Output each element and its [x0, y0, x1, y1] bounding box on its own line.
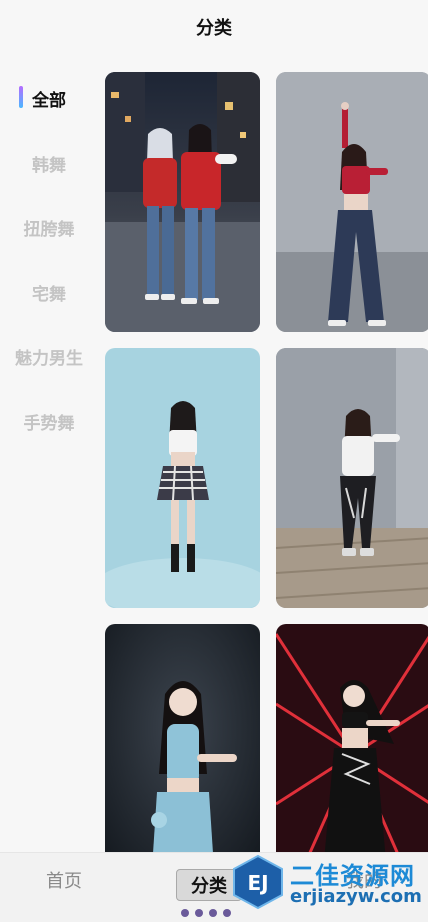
- video-thumbnail: [105, 72, 260, 332]
- sidebar-item-korean-dance[interactable]: 韩舞: [0, 137, 98, 202]
- sidebar-item-otaku-dance[interactable]: 宅舞: [0, 266, 98, 331]
- video-card-4[interactable]: [276, 348, 428, 608]
- sidebar-item-charming-boys[interactable]: 魅力男生: [0, 330, 98, 395]
- category-page: 分类 全部 韩舞 扭胯舞 宅舞 魅力男生 手势舞 首页 分类 我的 EJ 二佳资…: [0, 0, 428, 922]
- sidebar-item-label: 全部: [32, 91, 66, 111]
- video-thumbnail: [105, 624, 260, 884]
- video-thumbnail: [105, 348, 260, 608]
- tab-label: 首页: [46, 871, 82, 892]
- sidebar-item-gesture-dance[interactable]: 手势舞: [0, 395, 98, 460]
- watermark: EJ 二佳资源网 erjiazyw.com: [230, 848, 428, 914]
- category-sidebar: 全部 韩舞 扭胯舞 宅舞 魅力男生 手势舞: [0, 72, 98, 459]
- top-header: 分类: [0, 0, 428, 60]
- video-card-3[interactable]: [105, 348, 260, 608]
- sidebar-item-label: 手势舞: [23, 413, 75, 434]
- sidebar-item-hip-dance[interactable]: 扭胯舞: [0, 201, 98, 266]
- dot: [209, 909, 217, 917]
- sidebar-item-label: 魅力男生: [15, 349, 83, 369]
- video-card-6[interactable]: [276, 624, 428, 884]
- sidebar-item-label: 扭胯舞: [23, 220, 75, 240]
- video-card-1[interactable]: [105, 72, 260, 332]
- video-card-2[interactable]: [276, 72, 428, 332]
- video-thumbnail: [276, 348, 428, 608]
- tab-label: 分类: [191, 876, 227, 897]
- video-thumbnail: [276, 624, 428, 884]
- sidebar-item-label: 宅舞: [32, 284, 66, 305]
- video-thumbnail: [276, 72, 428, 332]
- active-indicator: [19, 86, 23, 108]
- watermark-url: erjiazyw.com: [290, 886, 422, 907]
- sidebar-item-label: 韩舞: [32, 155, 66, 176]
- page-indicator-dots: [181, 909, 231, 917]
- watermark-logo-text: EJ: [247, 871, 268, 895]
- page-title: 分类: [196, 18, 232, 39]
- watermark-logo-icon: EJ: [233, 854, 283, 910]
- tab-home[interactable]: 首页: [46, 867, 82, 893]
- video-card-5[interactable]: [105, 624, 260, 884]
- sidebar-item-all[interactable]: 全部: [0, 72, 98, 137]
- dot: [181, 909, 189, 917]
- dot: [195, 909, 203, 917]
